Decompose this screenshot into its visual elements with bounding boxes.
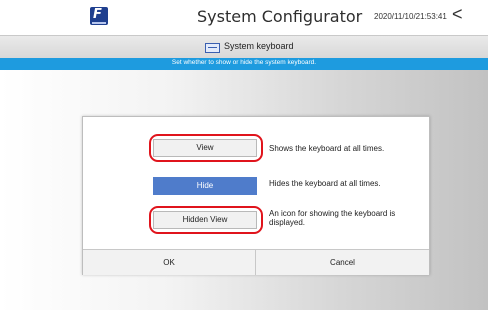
section-header: System keyboard <box>0 36 488 58</box>
info-bar-text: Set whether to show or hide the system k… <box>171 59 317 66</box>
hidden-view-option-description: An icon for showing the keyboard is disp… <box>269 209 396 227</box>
app-header: F System Configurator 2020/11/10/21:53:4… <box>0 0 488 36</box>
hidden-view-option-button[interactable]: Hidden View <box>153 211 257 229</box>
page-title: System Configurator <box>197 7 363 26</box>
hide-option-button[interactable]: Hide <box>153 177 257 195</box>
dialog-footer: OK Cancel <box>83 249 429 275</box>
view-option-description: Shows the keyboard at all times. <box>269 144 385 153</box>
screen: F System Configurator 2020/11/10/21:53:4… <box>0 0 488 310</box>
cancel-button[interactable]: Cancel <box>256 250 429 275</box>
back-button[interactable]: < <box>452 5 463 23</box>
keyboard-setting-dialog: View Shows the keyboard at all times. Hi… <box>82 116 430 275</box>
section-title: System keyboard <box>224 41 294 51</box>
chevron-left-icon: < <box>452 4 463 24</box>
datetime-display: 2020/11/10/21:53:41 <box>374 12 447 21</box>
company-logo-icon: F <box>90 7 108 25</box>
keyboard-icon <box>205 43 220 53</box>
hide-option-description: Hides the keyboard at all times. <box>269 179 381 188</box>
view-option-button[interactable]: View <box>153 139 257 157</box>
ok-button[interactable]: OK <box>83 250 255 275</box>
info-bar: Set whether to show or hide the system k… <box>0 58 488 70</box>
